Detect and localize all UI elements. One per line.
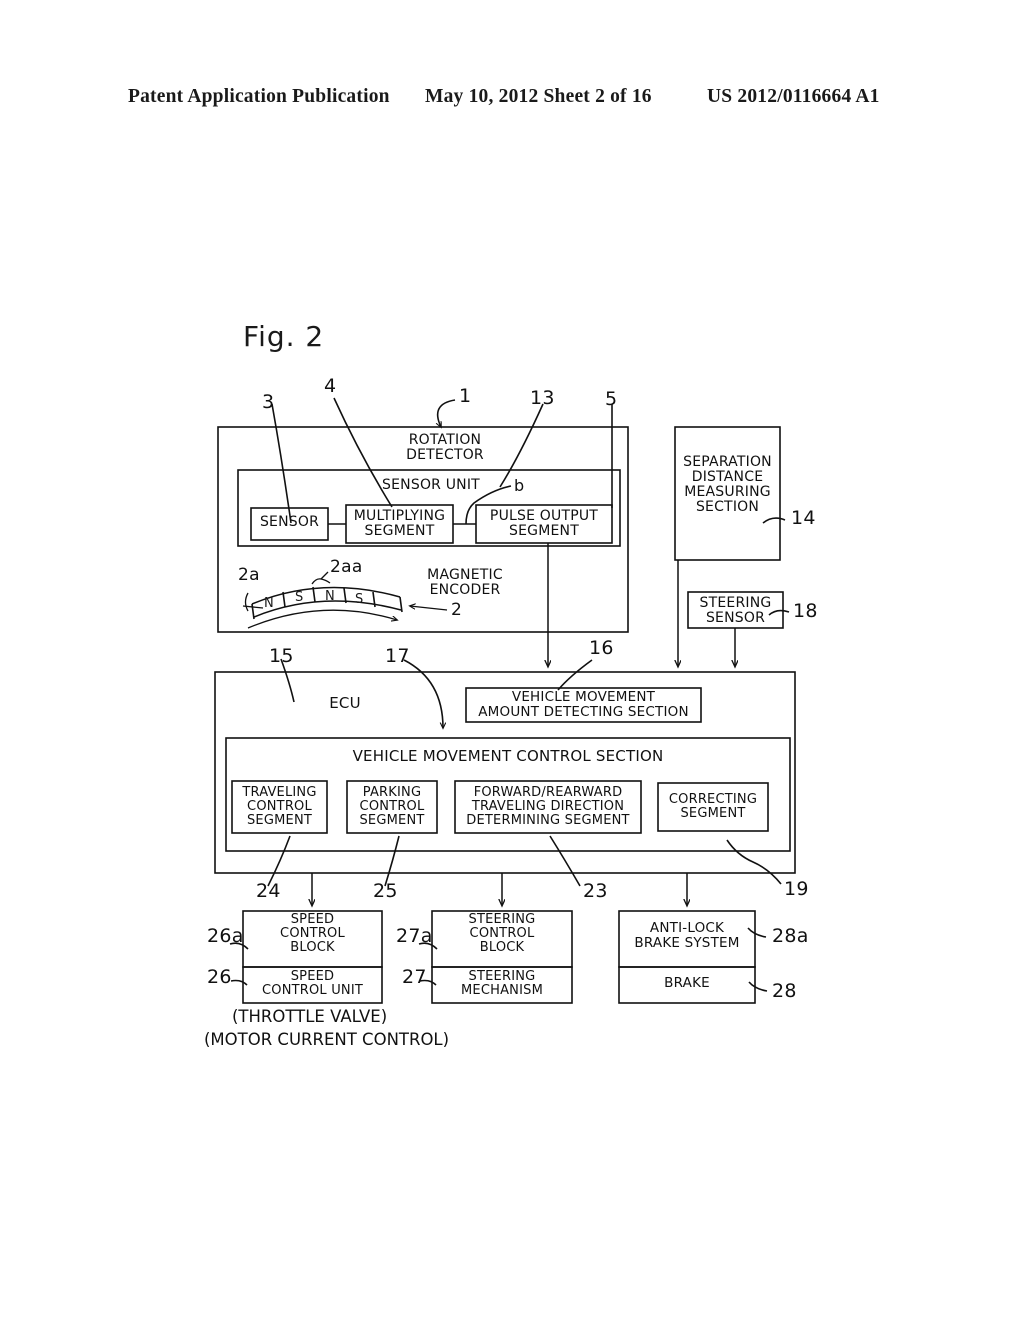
- ref-numeral-b: b: [514, 476, 525, 495]
- steering-mechanism-label: STEERING MECHANISM: [460, 969, 543, 999]
- ref-numeral-28a: 28a: [772, 925, 809, 947]
- ref-numeral-19: 19: [784, 878, 809, 900]
- encoder-2a-bracket: [244, 592, 249, 612]
- ecu-label: ECU: [329, 694, 361, 712]
- leader-19: [726, 839, 782, 885]
- encoder-2aa-brace: [311, 578, 331, 585]
- ref-numeral-24: 24: [256, 880, 281, 902]
- traveling-control-segment-label: TRAVELING CONTROL SEGMENT: [242, 785, 317, 829]
- encoder-pole-n-1: N: [264, 596, 274, 611]
- ref-numeral-27a: 27a: [396, 925, 433, 947]
- diagram-canvas: [214, 397, 796, 1004]
- pulse-output-segment-label: PULSE OUTPUT SEGMENT: [489, 508, 599, 540]
- ref-numeral-5: 5: [605, 388, 618, 410]
- vehicle-movement-amount-label: VEHICLE MOVEMENT AMOUNT DETECTING SECTIO…: [478, 689, 689, 720]
- ref-numeral-26: 26: [207, 966, 232, 988]
- ref-numeral-14: 14: [791, 507, 816, 529]
- correcting-segment-label: CORRECTING SEGMENT: [668, 792, 758, 822]
- sensor-unit-label: SENSOR UNIT: [382, 477, 480, 493]
- encoder-pole-s-1: S: [295, 590, 304, 605]
- encoder-tick-0: [251, 603, 255, 620]
- throttle-valve-note: (THROTTLE VALVE): [232, 1007, 388, 1026]
- speed-control-block-label: SPEED CONTROL BLOCK: [280, 912, 345, 956]
- parking-control-segment-label: PARKING CONTROL SEGMENT: [359, 785, 425, 829]
- ref-numeral-25: 25: [373, 880, 398, 902]
- leader-23: [549, 835, 581, 887]
- ref-numeral-28: 28: [772, 980, 797, 1002]
- multiplying-segment-label: MULTIPLYING SEGMENT: [353, 508, 446, 540]
- rotation-detector-label: ROTATION DETECTOR: [406, 432, 484, 464]
- encoder-2-pointer-arrow: [410, 606, 448, 611]
- leader-1: [438, 399, 456, 427]
- ref-numeral-1: 1: [459, 385, 472, 407]
- leader-24: [267, 835, 291, 887]
- sensor-label: SENSOR: [259, 514, 320, 530]
- ref-numeral-23: 23: [583, 880, 608, 902]
- separation-distance-label: SEPARATION DISTANCE MEASURING SECTION: [683, 454, 772, 516]
- motor-current-control-note: (MOTOR CURRENT CONTROL): [204, 1030, 450, 1049]
- encoder-2aa-leader: [320, 571, 329, 580]
- speed-control-unit-label: SPEED CONTROL UNIT: [261, 969, 364, 999]
- ref-numeral-13: 13: [530, 387, 555, 409]
- leader-14: [762, 517, 786, 524]
- ref-numeral-26a: 26a: [207, 925, 244, 947]
- ref-numeral-18: 18: [793, 600, 818, 622]
- leader-16: [557, 659, 593, 691]
- ref-numeral-2: 2: [451, 600, 463, 620]
- brake-label: BRAKE: [664, 975, 710, 991]
- steering-sensor-label: STEERING SENSOR: [699, 595, 772, 627]
- vehicle-movement-control-label: VEHICLE MOVEMENT CONTROL SECTION: [352, 747, 664, 765]
- patent-figure-page: Patent Application Publication May 10, 2…: [0, 0, 1024, 1320]
- ref-numeral-16: 16: [589, 637, 614, 659]
- encoder-tick-1: [282, 591, 286, 608]
- magnetic-encoder-label: MAGNETIC ENCODER: [427, 567, 503, 599]
- ref-numeral-2aa: 2aa: [330, 557, 363, 577]
- encoder-tick-2: [312, 586, 316, 603]
- encoder-rotation-arc: [247, 609, 397, 629]
- leader-17: [403, 659, 443, 728]
- ref-numeral-3: 3: [262, 391, 275, 413]
- anti-lock-brake-system-label: ANTI-LOCK BRAKE SYSTEM: [634, 920, 740, 951]
- ref-numeral-17: 17: [385, 645, 410, 667]
- ref-numeral-15: 15: [269, 645, 294, 667]
- leader-25: [384, 835, 400, 887]
- ref-numeral-27: 27: [402, 966, 427, 988]
- ref-numeral-2a: 2a: [238, 565, 260, 585]
- steering-control-block-label: STEERING CONTROL BLOCK: [468, 912, 536, 956]
- leader-3: [271, 403, 292, 524]
- ref-numeral-4: 4: [324, 375, 337, 397]
- forward-rearward-segment-label: FORWARD/REARWARD TRAVELING DIRECTION DET…: [466, 785, 630, 829]
- encoder-pole-n-2: N: [325, 589, 335, 604]
- encoder-pole-s-2: S: [355, 592, 364, 607]
